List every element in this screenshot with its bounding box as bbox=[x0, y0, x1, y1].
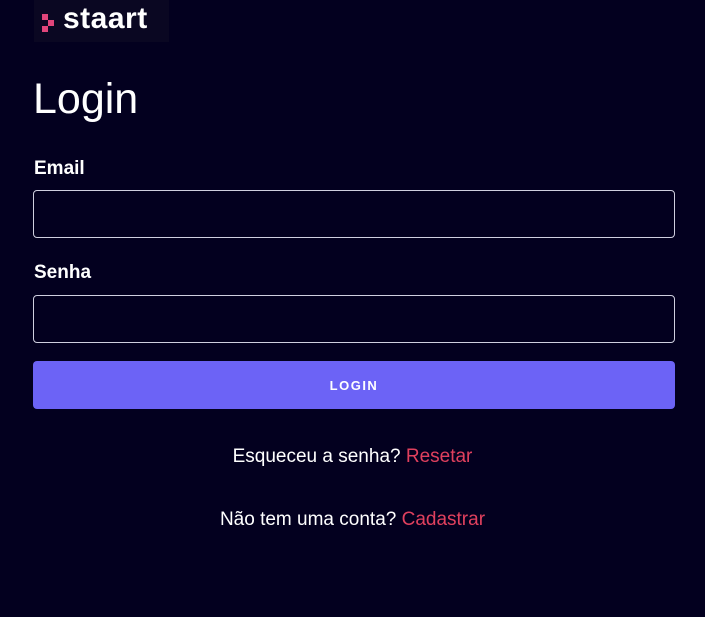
reset-link[interactable]: Resetar bbox=[406, 446, 473, 467]
password-label: Senha bbox=[34, 262, 92, 283]
logo-text: staart bbox=[63, 1, 148, 35]
brand-logo[interactable]: staart bbox=[34, 0, 169, 42]
login-button[interactable]: LOGIN bbox=[33, 361, 675, 409]
logo-mark-icon bbox=[42, 12, 60, 32]
page-title: Login bbox=[33, 75, 139, 123]
password-field[interactable] bbox=[33, 295, 675, 343]
signup-row: Não tem uma conta? Cadastrar bbox=[0, 510, 705, 529]
signup-link[interactable]: Cadastrar bbox=[402, 509, 485, 530]
reset-password-row: Esqueceu a senha? Resetar bbox=[0, 447, 705, 466]
signup-prompt: Não tem uma conta? bbox=[219, 509, 397, 530]
email-label: Email bbox=[34, 158, 85, 179]
email-field[interactable] bbox=[33, 190, 675, 238]
reset-prompt: Esqueceu a senha? bbox=[232, 446, 401, 467]
